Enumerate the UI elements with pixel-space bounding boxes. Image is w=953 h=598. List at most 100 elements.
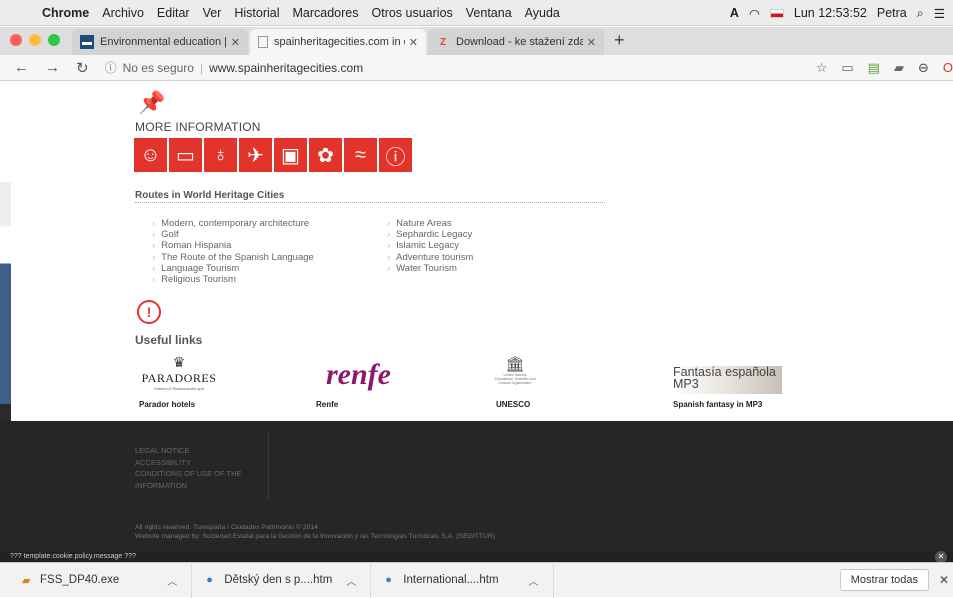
menu-historial[interactable]: Historial: [234, 6, 279, 20]
opera-icon[interactable]: O: [943, 60, 953, 75]
route-link[interactable]: Religious Tourism: [152, 274, 314, 285]
profile-icon[interactable]: ⊖: [918, 60, 929, 76]
accessibility-link[interactable]: ACCESSIBILITY: [135, 457, 242, 469]
routes-divider: [135, 202, 605, 203]
routes-list-right: Nature Areas Sephardic Legacy Islamic Le…: [387, 218, 473, 274]
menu-otros-usuarios[interactable]: Otros usuarios: [372, 6, 453, 20]
page-content: 📌 MORE INFORMATION ☺ ▭ ♁ ✈ ▣ ✿ ≈ ⓘ Route…: [0, 82, 953, 552]
close-window-button[interactable]: [10, 34, 22, 46]
chevron-up-icon[interactable]: ︿: [167, 573, 177, 588]
route-link[interactable]: The Route of the Spanish Language: [152, 252, 314, 263]
copyright-text: All rights reserved. Turespaña / Ciudade…: [135, 524, 318, 531]
user-name[interactable]: Petra: [877, 6, 907, 20]
fantasia-caption[interactable]: Spanish fantasy in MP3: [673, 400, 762, 409]
close-tab-icon[interactable]: ✕: [409, 36, 418, 49]
address-bar[interactable]: ⓘ No es seguro | www.spainheritagecities…: [105, 59, 364, 76]
tab-download[interactable]: Z Download - ke stažení zdarma ✕: [428, 29, 604, 55]
page-icon: [258, 36, 268, 48]
route-link[interactable]: Nature Areas: [387, 218, 473, 229]
notification-center-icon[interactable]: ☰: [934, 6, 945, 21]
download-item[interactable]: ● Dětský den s p....htm ︿: [192, 562, 372, 598]
crown-icon: ♛: [172, 354, 186, 370]
reload-icon[interactable]: ↻: [76, 59, 89, 77]
unesco-caption[interactable]: UNESCO: [496, 400, 530, 409]
tab-environmental-education[interactable]: ▬ Environmental education | Wad ✕: [72, 29, 248, 55]
renfe-caption[interactable]: Renfe: [316, 400, 338, 409]
pushpin-icon: 📌: [138, 90, 166, 115]
footer-copyright: All rights reserved. Turespaña / Ciudade…: [135, 523, 495, 541]
close-tab-icon[interactable]: ✕: [231, 36, 240, 49]
info-icon[interactable]: ⓘ: [379, 138, 412, 172]
legal-notice-link[interactable]: LEGAL NOTICE: [135, 445, 242, 457]
menu-ver[interactable]: Ver: [203, 6, 222, 20]
route-link[interactable]: Adventure tourism: [387, 252, 473, 263]
route-link[interactable]: Roman Hispania: [152, 240, 314, 251]
download-filename: FSS_DP40.exe: [40, 574, 120, 586]
downloads-bar: ▰ FSS_DP40.exe ︿ ● Dětský den s p....htm…: [0, 562, 953, 598]
wifi-icon[interactable]: ◠: [749, 6, 760, 21]
exclamation-bubble-icon: !: [137, 300, 161, 324]
conditions-link[interactable]: CONDITIONS OF USE OF THE: [135, 468, 242, 480]
clock[interactable]: Lun 12:53:52: [794, 6, 867, 20]
info-circle-icon[interactable]: ⓘ: [105, 59, 117, 76]
adobe-icon[interactable]: A: [730, 6, 739, 20]
tree-icon[interactable]: ♁: [204, 138, 237, 172]
bed-icon[interactable]: ▭: [169, 138, 202, 172]
menu-app-name[interactable]: Chrome: [42, 6, 89, 20]
category-icon-bar: ☺ ▭ ♁ ✈ ▣ ✿ ≈ ⓘ: [134, 138, 412, 172]
route-link[interactable]: Modern, contemporary architecture: [152, 218, 314, 229]
minimize-window-button[interactable]: [29, 34, 41, 46]
extension-new-icon[interactable]: ▤: [868, 60, 880, 76]
zoom-window-button[interactable]: [48, 34, 60, 46]
tab-spainheritagecities[interactable]: spainheritagecities.com in eng ✕: [250, 29, 426, 55]
parador-caption[interactable]: Parador hotels: [139, 400, 195, 409]
chevron-up-icon[interactable]: ︿: [529, 573, 539, 588]
menu-ventana[interactable]: Ventana: [466, 6, 512, 20]
menubar-status-area: A ◠ Lun 12:53:52 Petra ⌕ ☰: [730, 0, 945, 26]
menu-ayuda[interactable]: Ayuda: [525, 6, 560, 20]
new-tab-button[interactable]: +: [614, 30, 625, 51]
site-favicon-icon: ▬: [80, 35, 94, 49]
route-link[interactable]: Sephardic Legacy: [387, 229, 473, 240]
back-arrow-icon[interactable]: ←: [14, 59, 29, 77]
conditions-link-cont[interactable]: INFORMATION: [135, 480, 242, 492]
menu-marcadores[interactable]: Marcadores: [293, 6, 359, 20]
flag-extension-icon[interactable]: ▰: [894, 60, 904, 76]
close-tab-icon[interactable]: ✕: [587, 36, 596, 49]
route-link[interactable]: Golf: [152, 229, 314, 240]
download-site-favicon-icon: Z: [439, 36, 447, 48]
toolbar-extensions: ☆ ▭ ▤ ▰ ⊖ O: [816, 60, 953, 76]
renfe-logo[interactable]: renfe: [326, 358, 391, 392]
close-downloads-icon[interactable]: ✕: [939, 573, 949, 587]
water-icon[interactable]: ≈: [344, 138, 377, 172]
tab-title: Environmental education | Wad: [100, 36, 227, 48]
more-information-heading: MORE INFORMATION: [135, 120, 261, 134]
unesco-logo[interactable]: 🏛 United Nations Educational, Scientific…: [494, 355, 536, 385]
food-icon[interactable]: ✿: [309, 138, 342, 172]
sport-icon[interactable]: ✈: [239, 138, 272, 172]
macos-menubar: Chrome Archivo Editar Ver Historial Marc…: [0, 0, 953, 26]
show-all-downloads-button[interactable]: Mostrar todas: [839, 569, 929, 591]
download-item[interactable]: ● International....htm ︿: [371, 562, 554, 598]
useful-links-heading: Useful links: [135, 333, 203, 347]
url-text[interactable]: www.spainheritagecities.com: [209, 61, 363, 75]
forward-arrow-icon[interactable]: →: [45, 59, 60, 77]
spotlight-icon[interactable]: ⌕: [917, 6, 924, 21]
menu-archivo[interactable]: Archivo: [102, 6, 144, 20]
route-link[interactable]: Water Tourism: [387, 263, 473, 274]
flag-cz-icon[interactable]: [769, 8, 784, 18]
cast-icon[interactable]: ▭: [841, 60, 853, 76]
chevron-up-icon[interactable]: ︿: [346, 573, 356, 588]
paradores-logo[interactable]: ♛ PARADORES Hoteles & Restaurantes spA: [139, 354, 219, 391]
bus-icon[interactable]: ▣: [274, 138, 307, 172]
menu-editar[interactable]: Editar: [157, 6, 190, 20]
download-item[interactable]: ▰ FSS_DP40.exe ︿: [0, 562, 193, 598]
route-link[interactable]: Language Tourism: [152, 263, 314, 274]
route-link[interactable]: Islamic Legacy: [387, 240, 473, 251]
fantasia-espanola-logo[interactable]: Fantasía española MP3: [672, 366, 782, 394]
paradores-logo-text: PARADORES: [141, 371, 217, 385]
bookmark-star-icon[interactable]: ☆: [816, 60, 828, 76]
browser-toolbar: ← → ↻ ⓘ No es seguro | www.spainheritage…: [0, 55, 953, 81]
cookie-banner: ??? template.cookie.policy.message ??? ✕: [0, 551, 953, 563]
theatre-icon[interactable]: ☺: [134, 138, 167, 172]
